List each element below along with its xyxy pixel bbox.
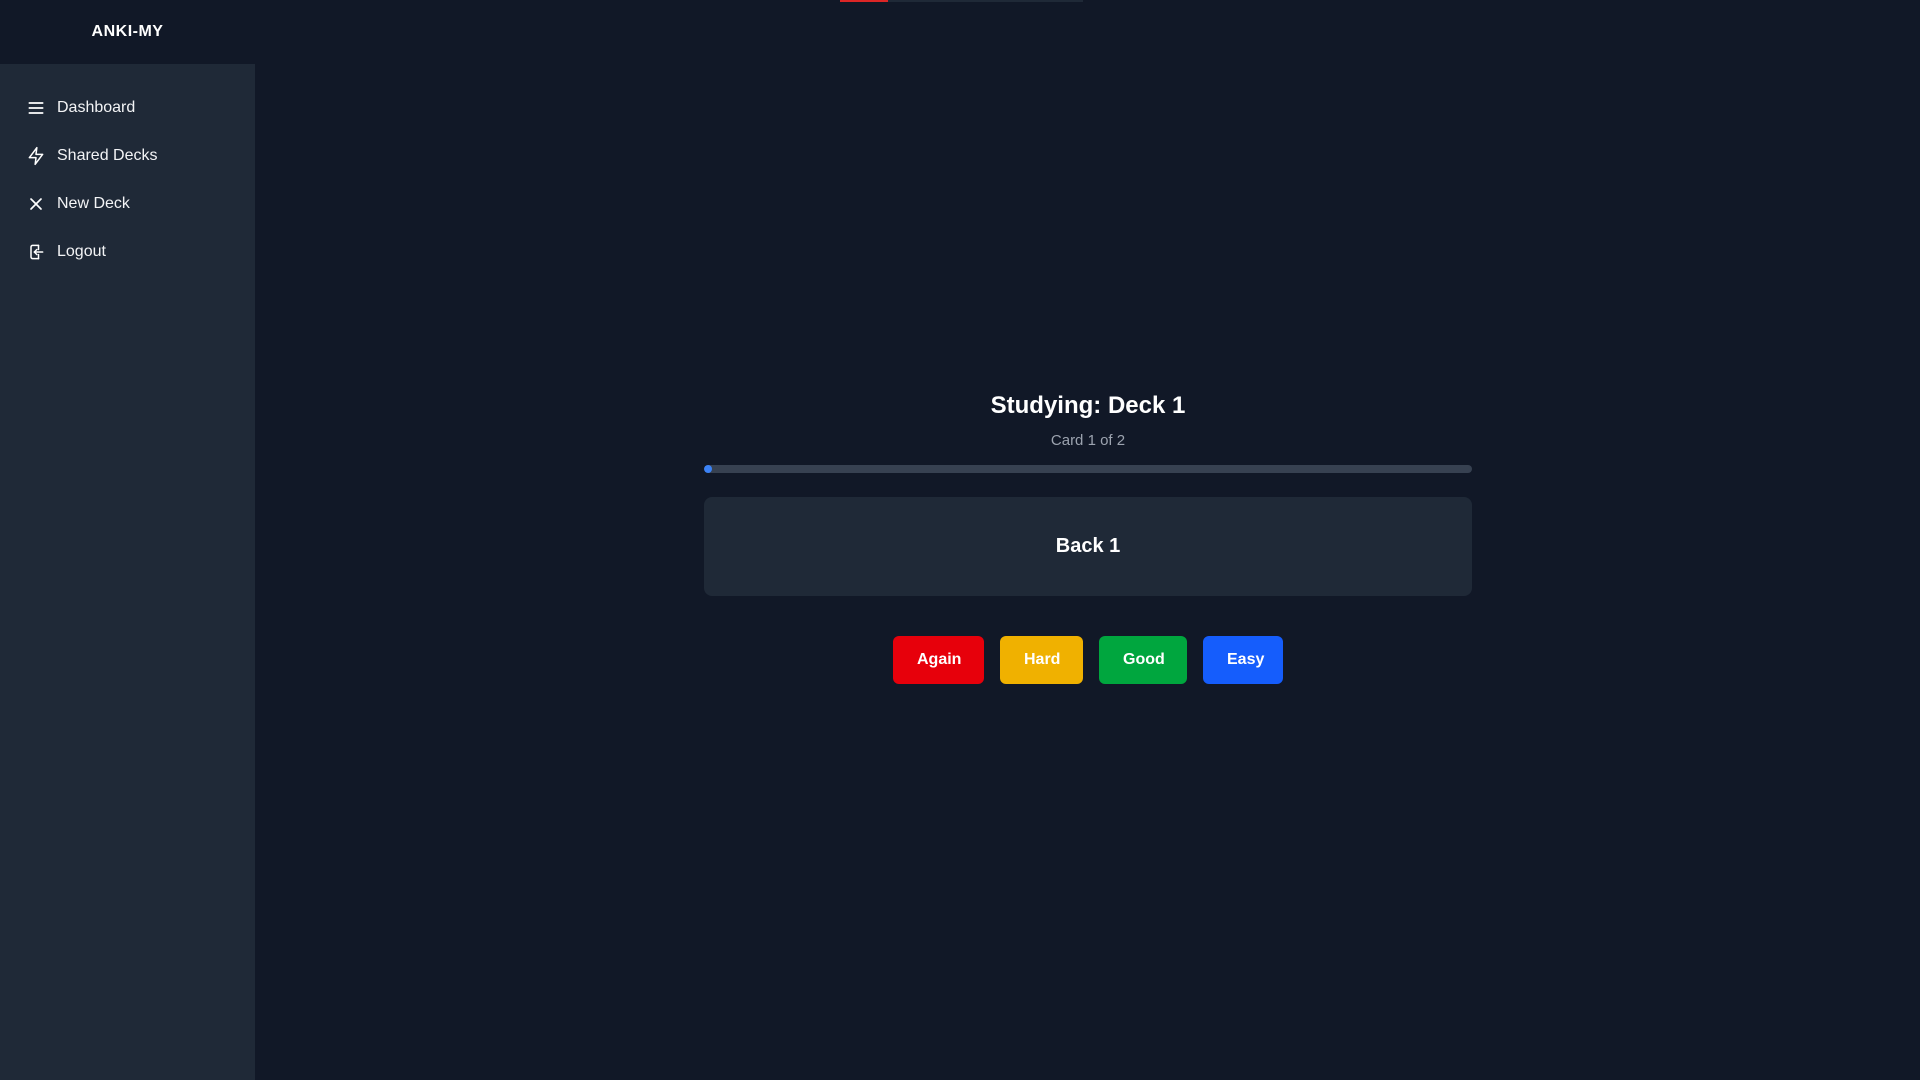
sidebar-item-label: New Deck bbox=[57, 195, 130, 212]
page-title: Studying: Deck 1 bbox=[990, 392, 1186, 419]
sidebar-item-label: Dashboard bbox=[57, 99, 136, 116]
easy-button[interactable]: Easy bbox=[1203, 636, 1283, 684]
again-button[interactable]: Again bbox=[893, 636, 984, 684]
close-icon bbox=[26, 194, 46, 214]
sidebar-item-label: Logout bbox=[57, 243, 106, 260]
study-panel: Studying: Deck 1 Card 1 of 2 Back 1 Agai… bbox=[704, 392, 1472, 684]
brand-logo[interactable]: ANKI-MY bbox=[0, 0, 255, 64]
loading-indicator-fill bbox=[840, 0, 888, 2]
good-button[interactable]: Good bbox=[1099, 636, 1187, 684]
flashcard-text: Back 1 bbox=[1055, 535, 1121, 557]
sidebar-nav: Dashboard Shared Decks New Deck Logout bbox=[0, 64, 255, 276]
sidebar-item-logout[interactable]: Logout bbox=[0, 228, 255, 276]
hard-button[interactable]: Hard bbox=[1000, 636, 1083, 684]
sidebar-item-new-deck[interactable]: New Deck bbox=[0, 180, 255, 228]
card-counter: Card 1 of 2 bbox=[1050, 432, 1126, 449]
progress-bar-fill bbox=[704, 465, 712, 473]
logout-icon bbox=[26, 242, 46, 262]
sidebar-item-shared-decks[interactable]: Shared Decks bbox=[0, 132, 255, 180]
app: ANKI-MY Dashboard Shared Decks New Deck … bbox=[0, 0, 1920, 1080]
sidebar: ANKI-MY Dashboard Shared Decks New Deck … bbox=[0, 0, 255, 1080]
sidebar-item-dashboard[interactable]: Dashboard bbox=[0, 84, 255, 132]
sidebar-item-label: Shared Decks bbox=[57, 147, 158, 164]
progress-bar bbox=[704, 465, 1472, 473]
answer-buttons: Again Hard Good Easy bbox=[704, 636, 1472, 684]
loading-indicator bbox=[840, 0, 1083, 2]
lightning-icon bbox=[26, 146, 46, 166]
flashcard[interactable]: Back 1 bbox=[704, 497, 1472, 596]
menu-icon bbox=[26, 98, 46, 118]
